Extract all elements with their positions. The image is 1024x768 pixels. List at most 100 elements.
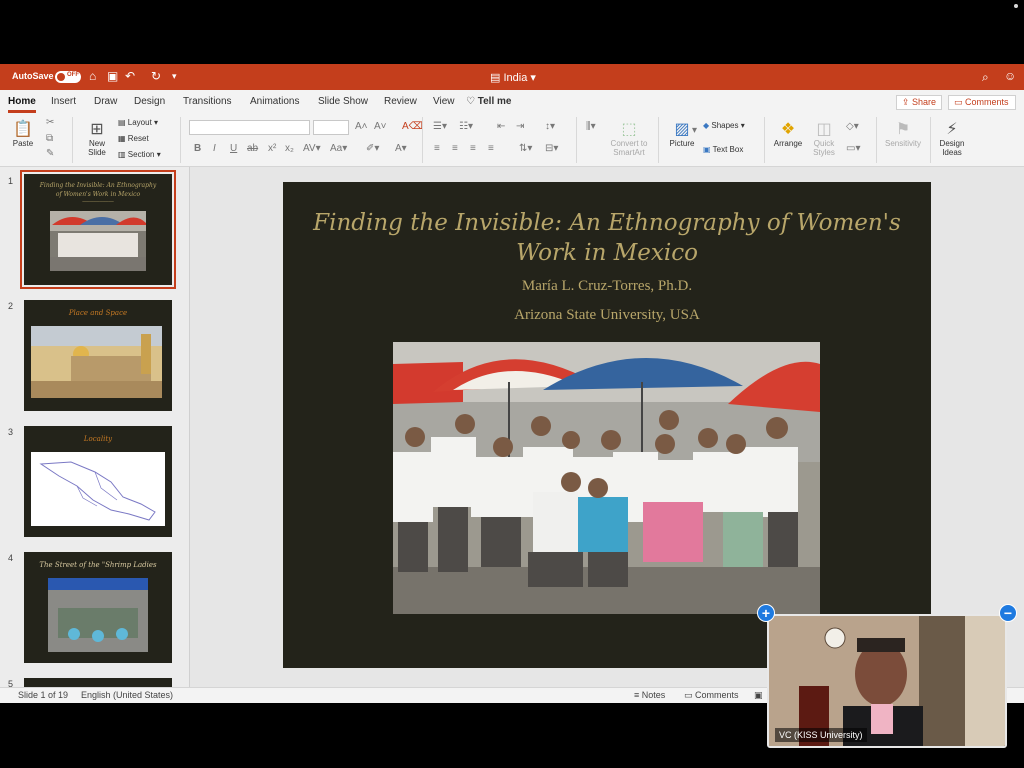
thumbnail-slide-5[interactable] [24,678,172,687]
font-family-select[interactable] [189,120,310,135]
align-text-icon[interactable]: ⊟▾ [545,143,558,154]
design-ideas-icon: ⚡ [946,121,958,138]
numbering-icon[interactable]: ☷▾ [459,121,473,132]
picture-dropdown-icon[interactable]: ▾ [692,125,697,136]
separator [658,117,659,163]
separator [930,117,931,163]
thumbnail-slide-2[interactable]: Place and Space [24,300,172,411]
tab-animations[interactable]: Animations [250,96,299,107]
arrange-button[interactable]: ❖ Arrange [771,119,805,148]
tab-home[interactable]: Home [8,96,36,113]
increase-font-icon[interactable]: A˄ [355,121,368,132]
slide-affiliation[interactable]: Arizona State University, USA [283,307,931,324]
decrease-font-icon[interactable]: A˅ [374,121,387,132]
text-direction-icon[interactable]: ⇅▾ [519,143,532,154]
customize-toolbar-icon[interactable]: ▾ [172,71,177,82]
status-comments-button[interactable]: ▭ Comments [684,690,739,701]
comments-button[interactable]: ▭ Comments [948,95,1016,110]
bullets-icon[interactable]: ☰▾ [433,121,447,132]
autosave-toggle[interactable]: OFF [55,71,81,83]
decrease-indent-icon[interactable]: ⇤ [497,121,505,132]
slide-canvas[interactable]: Finding the Invisible: An Ethnography of… [283,182,931,668]
tab-view[interactable]: View [433,96,455,107]
normal-view-icon[interactable]: ▣ [754,690,763,701]
reset-button[interactable]: ▦ Reset [118,134,149,143]
arrange-icon: ❖ [780,121,796,138]
clear-format-icon[interactable]: A⌫ [402,121,423,132]
document-title[interactable]: ▤ India ▾ [490,71,536,84]
thumbnail-photo [50,211,146,271]
columns-icon[interactable]: ⫼▾ [586,121,596,132]
justify-icon[interactable]: ≡ [488,143,494,154]
ribbon-toolbar: 📋 Paste ✂ ⧉ ✎ ⊞ New Slide ▤ Layout ▾ ▦ R… [0,113,1024,167]
home-icon[interactable]: ⌂ [89,69,96,83]
thumbnail-slide-3[interactable]: Locality [24,426,172,537]
bold-icon[interactable]: B [194,143,201,154]
redo-icon[interactable]: ↻ [151,69,161,83]
align-left-icon[interactable]: ≡ [434,143,440,154]
paste-button[interactable]: 📋 Paste [10,119,36,148]
shape-fill-icon[interactable]: ◇▾ [846,121,859,132]
save-icon[interactable]: ▣ [107,69,118,83]
autosave-label: AutoSave [12,71,54,81]
shape-outline-icon[interactable]: ▭▾ [846,143,860,154]
recording-dot [1014,4,1018,8]
layout-button[interactable]: ▤ Layout ▾ [118,118,158,127]
tell-me-search[interactable]: ♡ Tell me [466,96,511,107]
new-slide-icon: ⊞ [90,121,104,138]
change-case-icon[interactable]: Aa▾ [330,143,347,154]
cut-icon[interactable]: ✂ [46,117,54,128]
format-painter-icon[interactable]: ✎ [46,148,54,159]
thumbnail-slide-1[interactable]: Finding the Invisible: An Ethnography of… [20,170,176,289]
undo-icon[interactable]: ↶ [125,69,135,83]
expand-video-plus-icon[interactable]: + [757,604,775,622]
superscript-icon[interactable]: x² [268,143,276,154]
quick-styles-button[interactable]: ◫ Quick Styles [809,119,839,157]
text-box-button[interactable]: ▣ Text Box [703,145,743,154]
language-indicator[interactable]: English (United States) [81,690,173,700]
account-icon[interactable]: ☺ [1004,69,1016,83]
shapes-button[interactable]: ◆ Shapes ▾ [703,121,745,130]
separator [422,117,423,163]
strikethrough-icon[interactable]: ab [247,143,258,154]
slide-photo[interactable] [393,342,820,614]
align-right-icon[interactable]: ≡ [470,143,476,154]
italic-icon[interactable]: I [213,143,216,154]
thumbnail-number: 1 [8,176,14,186]
notes-button[interactable]: ≡ Notes [634,690,665,700]
share-button[interactable]: ⇪ Share [896,95,942,110]
search-icon[interactable]: ⌕ [982,70,989,85]
design-ideas-button[interactable]: ⚡ Design Ideas [936,119,968,157]
align-center-icon[interactable]: ≡ [452,143,458,154]
section-button[interactable]: ▥ Section ▾ [118,150,161,159]
slide-thumbnail-pane[interactable]: 1 Finding the Invisible: An Ethnography … [0,167,190,689]
line-spacing-icon[interactable]: ↕▾ [545,121,555,132]
tab-slide-show[interactable]: Slide Show [318,96,368,107]
tab-transitions[interactable]: Transitions [183,96,232,107]
copy-icon[interactable]: ⧉ [46,133,53,144]
underline-icon[interactable]: U [230,143,237,154]
font-size-select[interactable] [313,120,349,135]
tab-design[interactable]: Design [134,96,165,107]
sensitivity-icon: ⚑ [895,121,911,138]
subscript-icon[interactable]: x₂ [285,143,294,154]
tab-draw[interactable]: Draw [94,96,117,107]
thumbnail-subtitle-lines: ───────────── [82,199,114,204]
slide-author[interactable]: María L. Cruz-Torres, Ph.D. [283,278,931,295]
highlight-icon[interactable]: ✐▾ [366,143,379,154]
sensitivity-button[interactable]: ⚑ Sensitivity [882,119,924,148]
smartart-icon: ⬚ [621,121,637,138]
tab-insert[interactable]: Insert [51,96,76,107]
layout-icon: ▤ [118,118,128,127]
increase-indent-icon[interactable]: ⇥ [516,121,524,132]
new-slide-button[interactable]: ⊞ New Slide [82,119,112,157]
font-color-icon[interactable]: A▾ [395,143,407,154]
tab-review[interactable]: Review [384,96,417,107]
thumbnail-slide-4[interactable]: The Street of the "Shrimp Ladies [24,552,172,663]
slide-title[interactable]: Finding the Invisible: An Ethnography of… [283,208,931,268]
screen-top-border [0,0,1024,64]
convert-smartart-button[interactable]: ⬚ Convert to SmartArt [606,119,652,157]
participant-video[interactable]: VC (KISS University) [767,614,1007,748]
character-spacing-icon[interactable]: AV▾ [303,143,321,154]
minimize-video-minus-icon[interactable]: − [999,604,1017,622]
